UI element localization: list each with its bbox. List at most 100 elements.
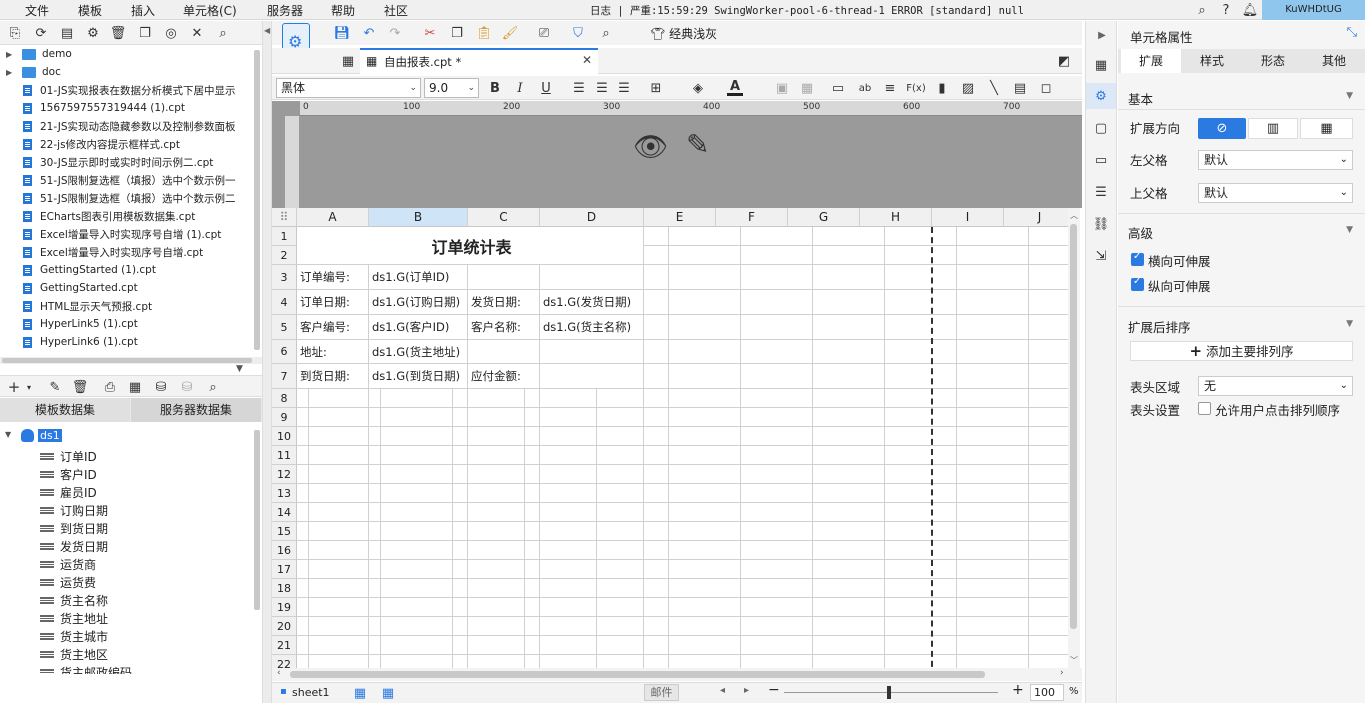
hyperlink-icon[interactable]: ⛓ [1093,216,1110,232]
unmerge-icon[interactable]: ▦ [799,80,815,96]
cell-a5[interactable]: 客户编号: [297,315,369,340]
underline-icon[interactable]: U [538,80,554,96]
cell-b5[interactable]: ds1.G(客户ID) [369,315,468,340]
grid-icon[interactable]: ▦ [340,53,356,69]
chevron-down-icon[interactable]: ▼ [1346,91,1353,101]
collapse-icon[interactable]: ✕ [189,25,205,41]
locate-icon[interactable]: ◎ [163,25,179,41]
row-header[interactable]: 19 [272,598,297,617]
left-parent-select[interactable]: 默认 ⌄ [1198,150,1353,170]
collapse-left-icon[interactable]: ◀ [264,26,270,35]
cell-attr-icon[interactable]: ⚙ [1093,88,1109,104]
tab-template-dataset[interactable]: 模板数据集 [0,398,130,422]
dataset-scrollbar[interactable] [254,430,260,610]
copy-icon[interactable]: ❐ [137,25,153,41]
row-header[interactable]: 6 [272,340,297,364]
column-header-h[interactable]: H [860,208,932,227]
row-header[interactable]: 18 [272,579,297,598]
menu-template[interactable]: 模板 [78,2,102,19]
tab-expand[interactable]: 扩展 [1121,49,1181,73]
row-header[interactable]: 7 [272,364,297,389]
h-expand-checkbox[interactable] [1131,251,1144,266]
top-parent-select[interactable]: 默认 ⌄ [1198,183,1353,203]
font-family-select[interactable]: 黑体 ⌄ [276,78,421,98]
align-center-icon[interactable]: ☰ [594,80,610,96]
column-header-e[interactable]: E [644,208,716,227]
panel-toggle-icon[interactable]: ◩ [1056,53,1072,69]
row-header[interactable]: 9 [272,408,297,427]
settings-icon[interactable]: ⚙ [85,25,101,41]
eye-slash-icon[interactable]: 👁︎ [633,130,669,163]
tab-other[interactable]: 其他 [1304,49,1364,73]
section-basic[interactable]: 基本 [1128,89,1153,108]
row-header[interactable]: 12 [272,465,297,484]
bell-icon[interactable]: 🔔︎ [1242,2,1259,18]
dataset-field[interactable]: 运货商 [40,555,96,573]
row-header[interactable]: 2 [272,246,297,265]
preview-icon[interactable]: ⎚ [536,25,552,41]
header-area-select[interactable]: 无 ⌄ [1198,376,1353,396]
row-header[interactable]: 13 [272,484,297,503]
row-header[interactable]: 1 [272,227,297,246]
cell-a6[interactable]: 地址: [297,340,369,364]
format-painter-icon[interactable]: 🖌︎ [502,25,519,41]
stack-icon[interactable]: ☰ [1093,184,1109,200]
redo-icon[interactable]: ↷ [387,25,403,41]
tree-file[interactable]: 30-JS显示即时或实时时间示例二.cpt [0,153,262,171]
tree-folder-demo[interactable]: ▶ demo [0,45,262,63]
collapse-down-icon[interactable]: ▼ [236,364,243,374]
dataset-field[interactable]: 运货费 [40,573,96,591]
cell-b6[interactable]: ds1.G(货主地址) [369,340,468,364]
tree-file[interactable]: ECharts图表引用模板数据集.cpt [0,207,262,225]
column-header-c[interactable]: C [468,208,540,227]
add-sheet-icon[interactable]: ▦ [352,685,368,701]
row-header[interactable]: 4 [272,290,297,315]
section-advanced[interactable]: 高级 [1128,223,1153,242]
fill-color-icon[interactable]: ◈ [690,80,706,96]
dataset-field[interactable]: 货主地区 [40,645,108,663]
expand-arrow-icon[interactable]: ⤡ [1347,25,1357,40]
edit-icon[interactable]: ✎ [47,379,63,395]
row-header[interactable]: 17 [272,560,297,579]
cell-d3[interactable] [540,265,644,290]
menu-server[interactable]: 服务器 [267,2,303,19]
row-header[interactable]: 8 [272,389,297,408]
preview-icon[interactable]: ⎙ [102,379,118,395]
delete-icon[interactable]: 🗑︎ [110,25,127,41]
cell-a3[interactable]: 订单编号: [297,265,369,290]
tree-file[interactable]: 51-JS限制复选框（填报）选中个数示例一 [0,171,262,189]
row-header[interactable]: 20 [272,617,297,636]
border-icon[interactable]: ⊞ [648,80,664,96]
close-icon[interactable]: ✕ [582,53,592,67]
allow-sort-checkbox[interactable] [1198,402,1211,415]
paragraph-icon[interactable]: ≡ [882,80,898,96]
tree-file[interactable]: 1567597557319444 (1).cpt [0,99,262,117]
row-header[interactable]: 5 [272,315,297,340]
bold-icon[interactable]: B [487,80,503,96]
row-header[interactable]: 16 [272,541,297,560]
dataset-field[interactable]: 货主名称 [40,591,108,609]
cell-c4[interactable]: 发货日期: [468,290,540,315]
tab-server-dataset[interactable]: 服务器数据集 [131,398,261,422]
add-dataset-icon[interactable]: + [6,378,22,396]
select-all-corner[interactable]: ⠿ [272,208,297,227]
theme-button[interactable]: 👕︎ 经典浅灰 [650,25,717,42]
v-expand-checkbox[interactable] [1131,276,1144,291]
row-header[interactable]: 11 [272,446,297,465]
chevron-down-icon[interactable]: ﹀ [1070,655,1078,666]
column-header-g[interactable]: G [788,208,860,227]
text-icon[interactable]: ab [857,80,873,96]
search-icon[interactable]: ⌕ [215,25,231,41]
question-icon[interactable]: ? [1218,2,1234,18]
row-header[interactable]: 14 [272,503,297,522]
file-tree-scrollbar[interactable] [254,50,260,350]
prev-page-icon[interactable]: ◂ [720,685,725,696]
align-left-icon[interactable]: ☰ [571,80,587,96]
tree-file[interactable]: 21-JS实现动态隐藏参数以及控制参数面板 [0,117,262,135]
menu-cell[interactable]: 单元格(C) [183,2,237,19]
chevron-down-icon[interactable]: ▼ [5,430,11,439]
zoom-out-icon[interactable]: − [768,682,780,698]
row-header[interactable]: 21 [272,636,297,655]
tree-file[interactable]: 22-js修改内容提示框样式.cpt [0,135,262,153]
dataset-field[interactable]: 客户ID [40,465,97,483]
